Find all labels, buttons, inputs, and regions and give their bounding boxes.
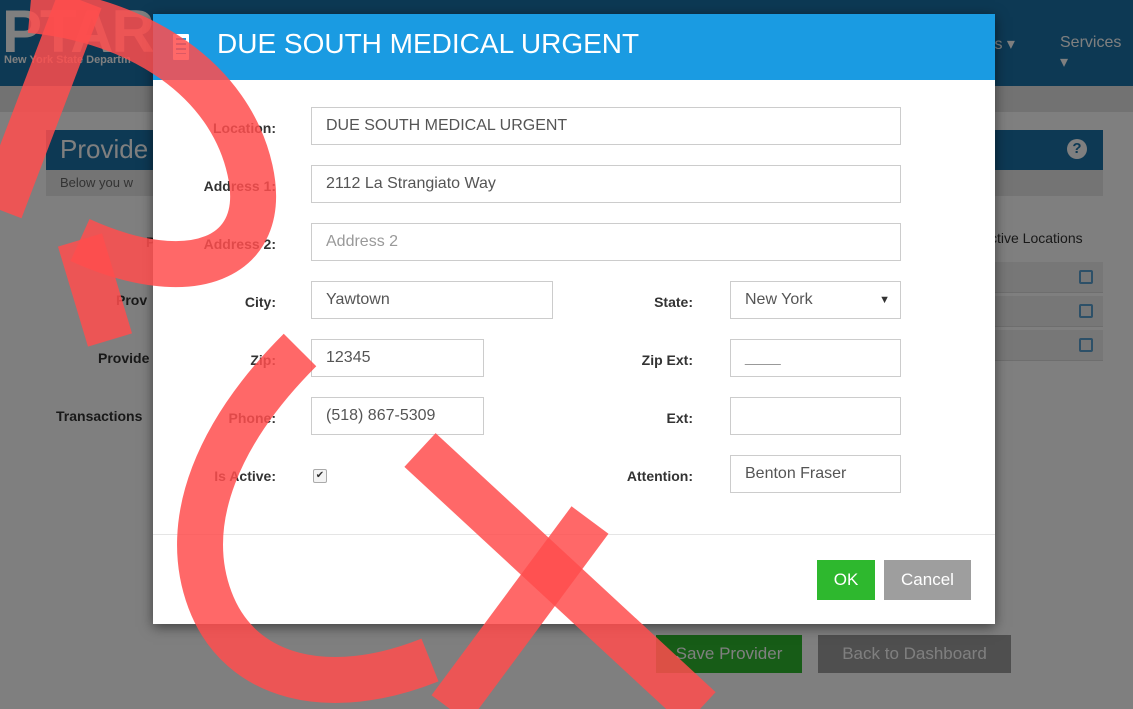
state-select-value: New York	[745, 291, 813, 308]
zip-ext-input[interactable]: ____	[730, 339, 901, 377]
address2-label: Address 2:	[203, 236, 276, 252]
city-label: City:	[244, 294, 276, 310]
location-modal: DUE SOUTH MEDICAL URGENT Location: DUE S…	[153, 14, 995, 624]
address1-input[interactable]: 2112 La Strangiato Way	[311, 165, 901, 203]
ok-button[interactable]: OK	[817, 560, 875, 600]
city-input[interactable]: Yawtown	[311, 281, 553, 319]
ext-input[interactable]	[730, 397, 901, 435]
modal-title: DUE SOUTH MEDICAL URGENT	[217, 28, 640, 59]
state-select[interactable]: New York ▼	[730, 281, 901, 319]
ext-label: Ext:	[666, 410, 693, 426]
building-icon	[173, 34, 189, 60]
chevron-down-icon: ▼	[879, 294, 890, 306]
zip-input[interactable]: 12345	[311, 339, 484, 377]
zip-label: Zip:	[250, 352, 276, 368]
state-label: State:	[654, 294, 693, 310]
zip-ext-label: Zip Ext:	[641, 352, 693, 368]
attention-input[interactable]: Benton Fraser	[730, 455, 901, 493]
modal-footer-divider	[153, 534, 995, 535]
cancel-button[interactable]: Cancel	[884, 560, 971, 600]
attention-label: Attention:	[626, 468, 693, 484]
modal-header: DUE SOUTH MEDICAL URGENT	[153, 14, 995, 80]
address2-input[interactable]: Address 2	[311, 223, 901, 261]
location-label: Location:	[213, 120, 276, 136]
phone-input[interactable]: (518) 867-5309	[311, 397, 484, 435]
is-active-label: Is Active:	[214, 468, 276, 484]
location-input[interactable]: DUE SOUTH MEDICAL URGENT	[311, 107, 901, 145]
address1-label: Address 1:	[203, 178, 276, 194]
phone-label: Phone:	[228, 410, 276, 426]
is-active-checkbox[interactable]: ✔	[313, 469, 327, 483]
